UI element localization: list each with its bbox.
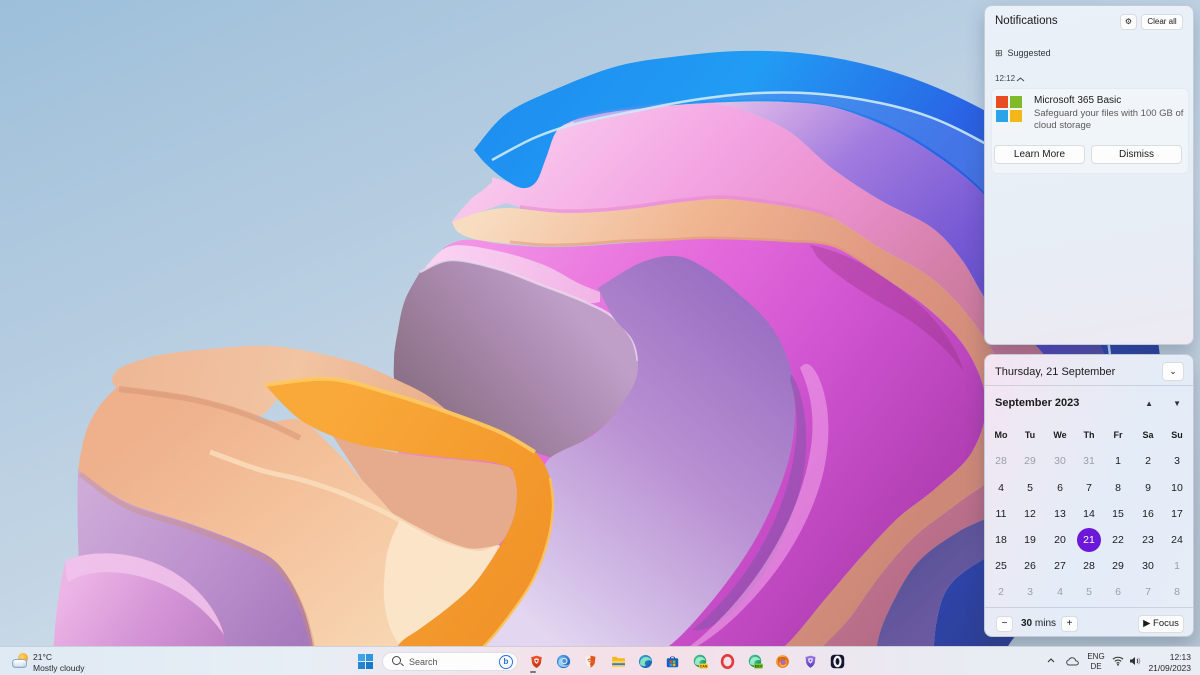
svg-text:CAN: CAN [700, 664, 708, 668]
svg-text:DEV: DEV [755, 664, 763, 668]
